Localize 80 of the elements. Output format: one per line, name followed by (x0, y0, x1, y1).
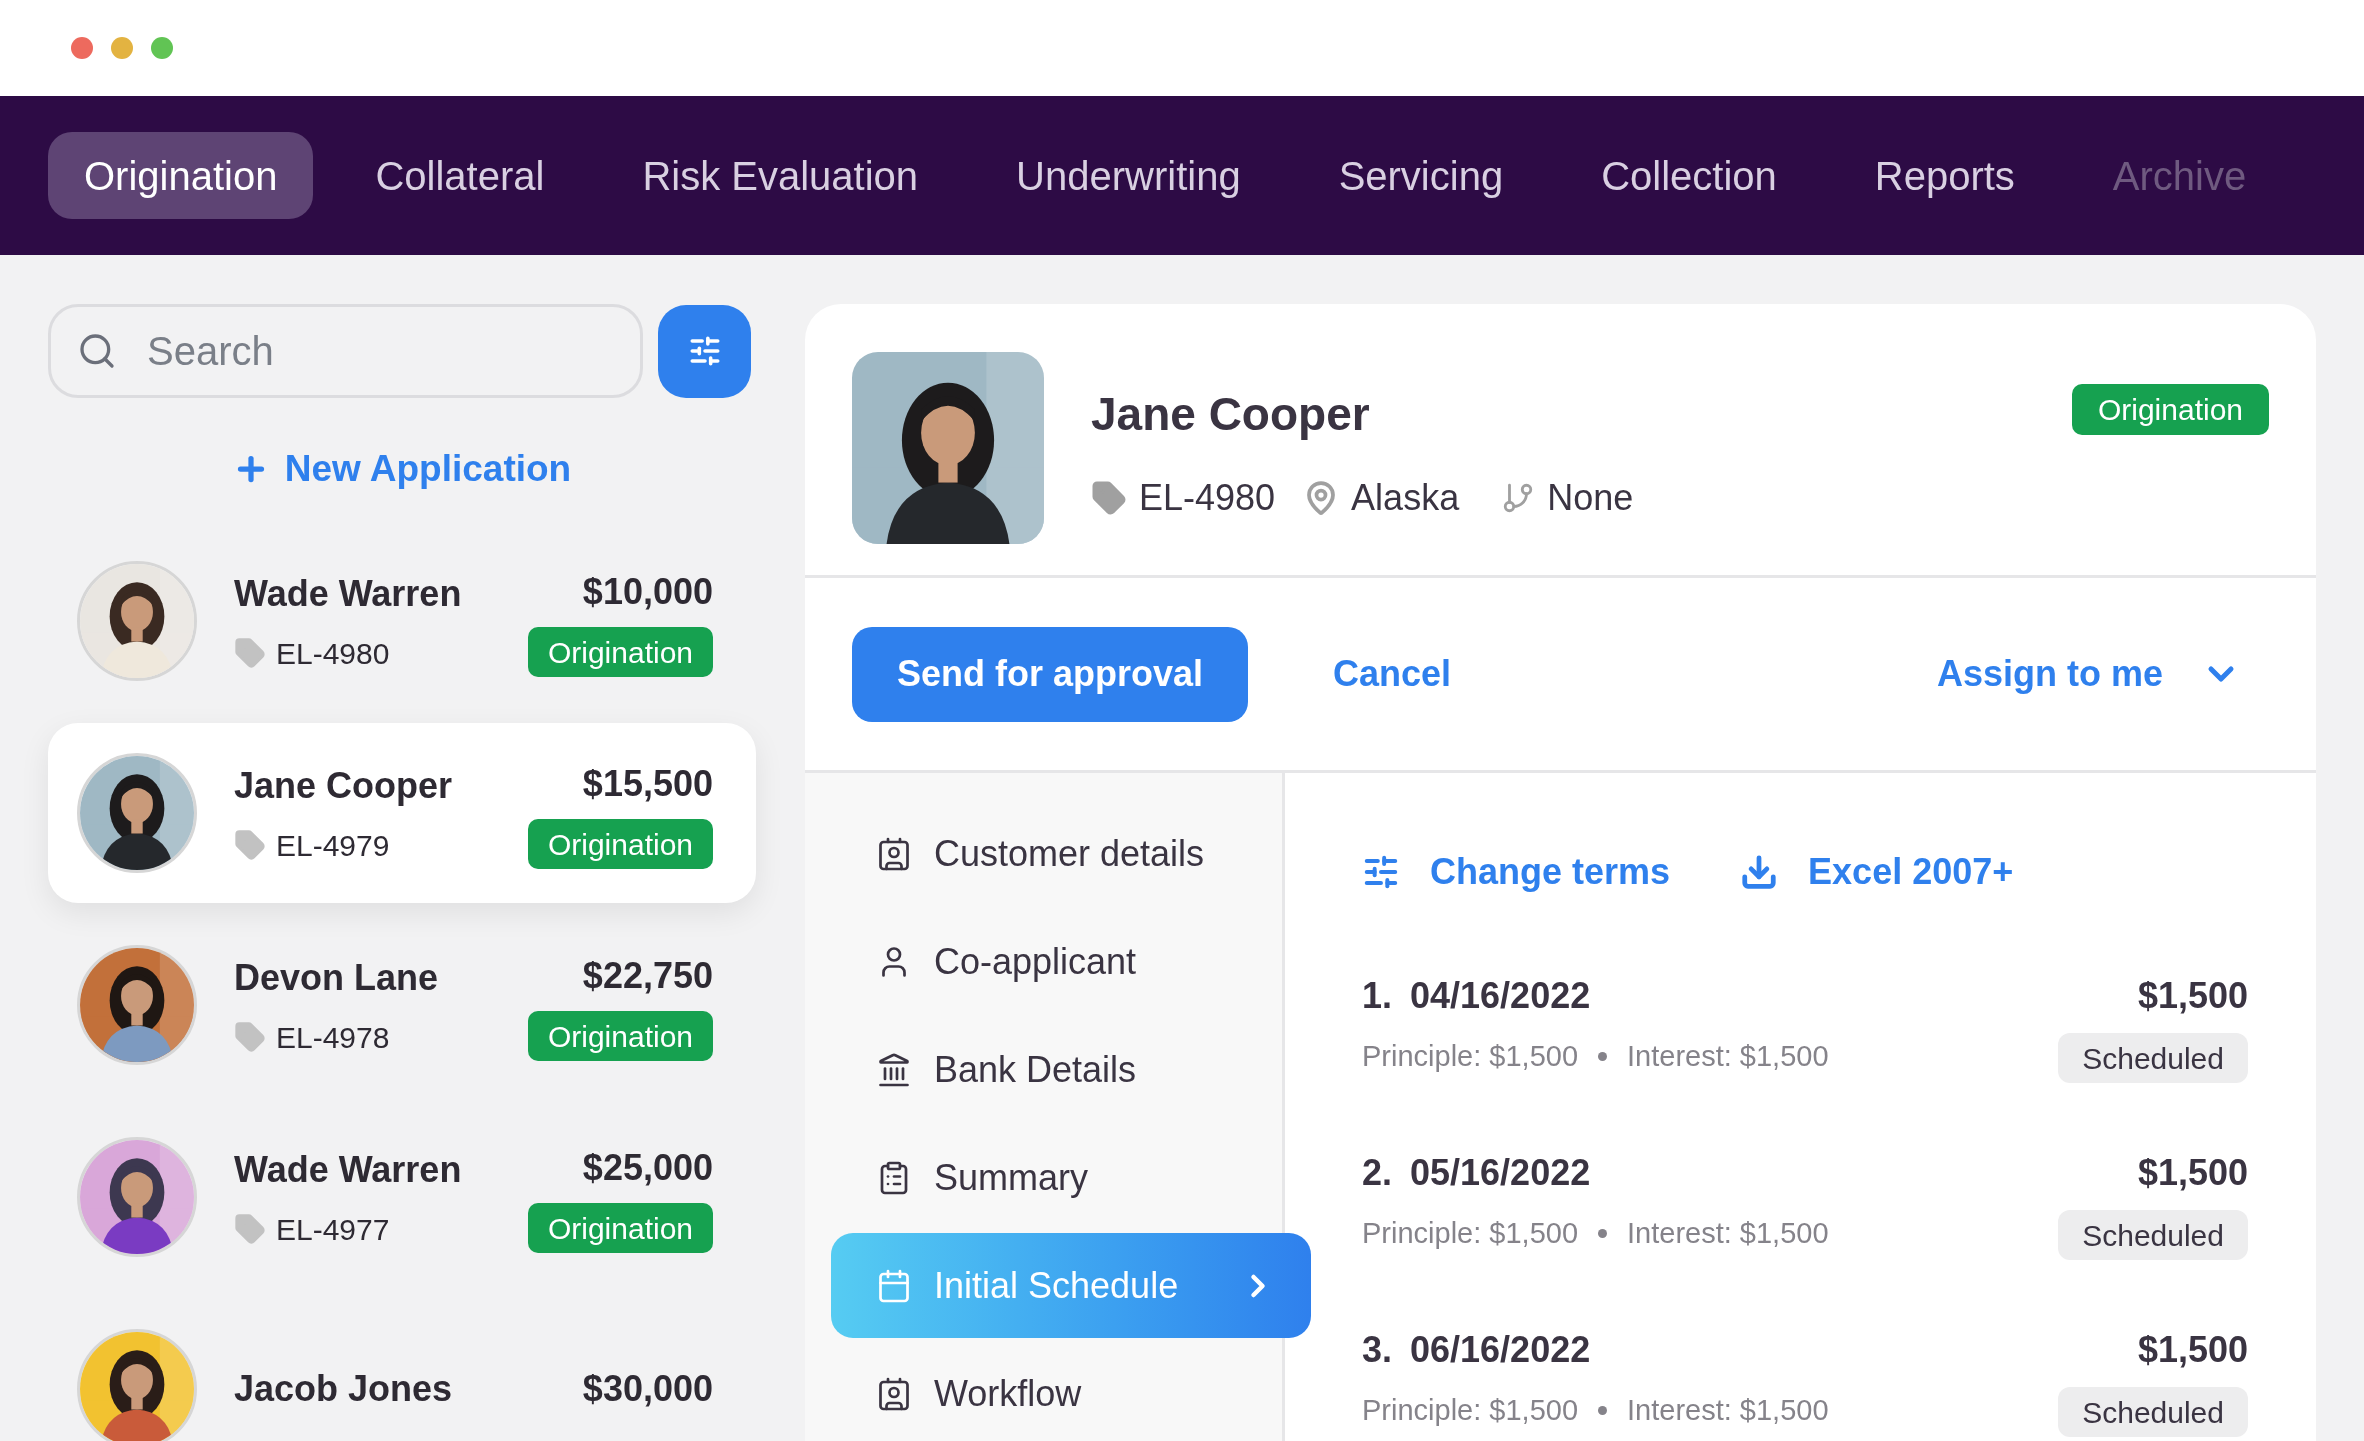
status-badge: Origination (527, 627, 713, 677)
cancel-button[interactable]: Cancel (1333, 647, 1452, 701)
search-icon (77, 331, 117, 371)
installment-number: 3. (1362, 1328, 1393, 1372)
loan-amount: $30,000 (582, 1367, 713, 1411)
nav-tab[interactable]: Collection (1565, 132, 1813, 219)
loan-amount: $22,750 (582, 954, 713, 998)
branch: None (1547, 476, 1634, 520)
tag-icon (234, 829, 266, 861)
principal-amount: Principle: $1,500 (1362, 1039, 1579, 1074)
loan-amount: $10,000 (582, 570, 713, 614)
contact-card-icon (876, 1375, 912, 1412)
application-id: EL-4980 (1139, 476, 1276, 520)
section-menu-item[interactable]: Summary (831, 1125, 1271, 1230)
interest-amount: Interest: $1,500 (1627, 1216, 1829, 1251)
change-terms-button[interactable]: Change terms (1362, 845, 1671, 899)
bank-icon (876, 1051, 912, 1088)
tag-icon (1091, 480, 1127, 516)
installment-date: 04/16/2022 (1410, 974, 1591, 1018)
principal-amount: Principle: $1,500 (1362, 1216, 1579, 1251)
nav-tab[interactable]: Reports (1838, 132, 2051, 219)
applicant-name: Jacob Jones (234, 1367, 454, 1411)
section-menu-item[interactable]: Workflow (831, 1341, 1271, 1441)
assign-to-me-button[interactable]: Assign to me (1936, 647, 2241, 701)
installment-amount: $1,500 (2137, 1328, 2248, 1372)
nav-tab[interactable]: Collateral (339, 132, 581, 219)
applicant-name: Jane Cooper (1091, 387, 1371, 442)
status-badge: Origination (527, 1203, 713, 1253)
status-badge: Origination (2071, 384, 2269, 435)
application-id: EL-4979 (276, 827, 390, 864)
tag-icon (234, 1213, 266, 1245)
applicant-name: Wade Warren (234, 571, 463, 616)
nav-tab[interactable]: Origination (48, 132, 314, 219)
application-id: EL-4980 (276, 635, 390, 672)
section-menu-item[interactable]: Co-applicant (831, 909, 1271, 1014)
window-control[interactable] (111, 37, 133, 59)
applicant-name: Wade Warren (234, 1147, 463, 1192)
export-button[interactable]: Excel 2007+ (1740, 845, 2014, 899)
send-for-approval-button[interactable]: Send for approval (852, 626, 1248, 722)
loan-amount: $15,500 (582, 762, 713, 806)
tag-icon (234, 637, 266, 669)
principal-amount: Principle: $1,500 (1362, 1393, 1579, 1428)
interest-amount: Interest: $1,500 (1627, 1393, 1829, 1428)
installment-number: 2. (1362, 1151, 1393, 1195)
download-icon (1740, 853, 1779, 891)
installment-number: 1. (1362, 974, 1393, 1018)
installment-date: 06/16/2022 (1410, 1328, 1591, 1372)
application-card[interactable]: Wade Warren EL-4977 $25,000 Origination (48, 1107, 756, 1287)
sliders-icon (1362, 853, 1400, 891)
status-badge: Origination (527, 1011, 713, 1061)
nav-tab[interactable]: Risk Evaluation (606, 132, 955, 219)
application-id: EL-4977 (276, 1211, 390, 1248)
applicant-name: Jane Cooper (234, 763, 454, 808)
nav-tab[interactable]: Servicing (1302, 132, 1540, 219)
application-card[interactable]: Jane Cooper EL-4979 $15,500 Origination (48, 723, 756, 903)
applicant-name: Devon Lane (234, 955, 440, 1000)
contact-card-icon (876, 835, 912, 872)
application-card[interactable]: Wade Warren EL-4980 $10,000 Origination (48, 531, 756, 711)
application-card[interactable]: Jacob Jones $30,000 (48, 1299, 756, 1441)
installment-date: 05/16/2022 (1410, 1151, 1591, 1195)
loan-amount: $25,000 (582, 1146, 713, 1190)
installment-amount: $1,500 (2137, 1151, 2248, 1195)
nav-tab[interactable]: Underwriting (980, 132, 1277, 219)
search-field[interactable]: Search (48, 304, 643, 398)
window-control[interactable] (71, 37, 93, 59)
filter-button[interactable] (658, 304, 751, 398)
installment-amount: $1,500 (2137, 974, 2248, 1018)
tag-icon (234, 1021, 266, 1053)
status-badge: Scheduled (2058, 1387, 2248, 1437)
status-badge: Origination (527, 819, 713, 869)
calendar-icon (876, 1267, 912, 1304)
status-badge: Scheduled (2058, 1210, 2248, 1260)
application-id: EL-4978 (276, 1019, 390, 1056)
location: Alaska (1351, 476, 1460, 520)
section-menu-item[interactable]: Bank Details (831, 1017, 1271, 1122)
section-menu-item[interactable]: Customer details (831, 801, 1271, 906)
application-card[interactable]: Devon Lane EL-4978 $22,750 Origination (48, 915, 756, 1095)
window-control[interactable] (151, 37, 173, 59)
interest-amount: Interest: $1,500 (1627, 1039, 1829, 1074)
status-badge: Scheduled (2058, 1033, 2248, 1083)
